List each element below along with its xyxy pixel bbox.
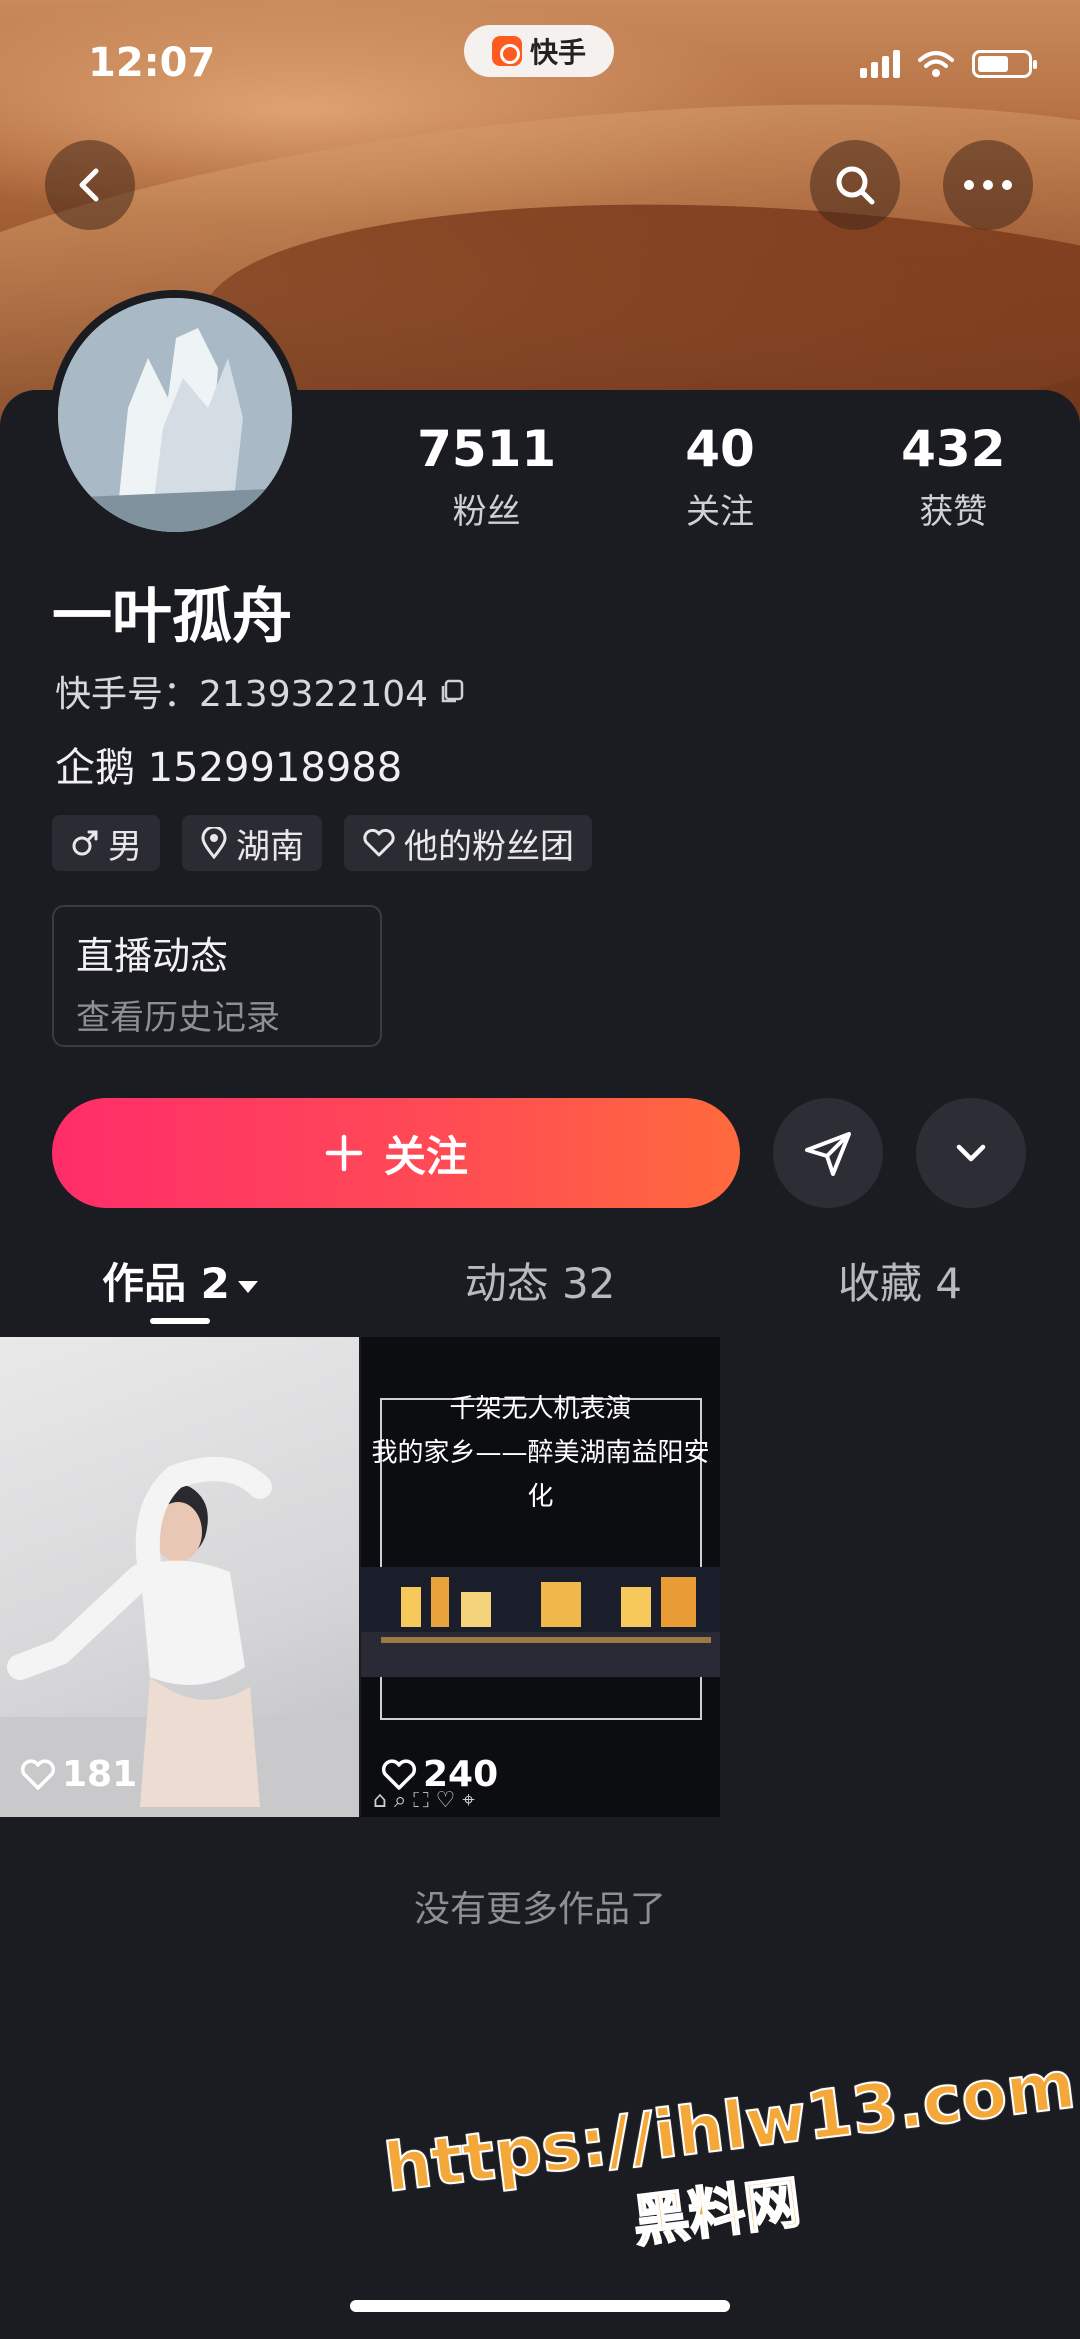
stat-value: 7511 bbox=[417, 420, 557, 478]
stat-label: 获赞 bbox=[919, 492, 988, 532]
more-dots-icon bbox=[964, 180, 1012, 190]
work-item[interactable]: ⌂ ⌕ ⛶ ♡ ⌖ 千架无人机表演 我的家乡——醉美湖南益阳安化 240 bbox=[361, 1337, 720, 1817]
kuaishou-id-row: 快手号：2139322104 bbox=[55, 665, 466, 717]
back-button[interactable] bbox=[45, 140, 135, 230]
stat-label: 粉丝 bbox=[452, 492, 521, 532]
tag-location: 湖南 bbox=[182, 815, 322, 871]
kuaishou-id: 快手号：2139322104 bbox=[55, 674, 429, 715]
system-icons bbox=[860, 50, 1037, 78]
home-indicator[interactable] bbox=[350, 2300, 730, 2312]
like-count: 181 bbox=[20, 1754, 137, 1795]
battery-icon bbox=[972, 50, 1037, 78]
tag-fan-group[interactable]: 他的粉丝团 bbox=[344, 815, 592, 871]
copy-icon[interactable] bbox=[438, 677, 466, 705]
tag-label: 男 bbox=[108, 826, 142, 867]
avatar[interactable] bbox=[50, 290, 300, 540]
stat-fans[interactable]: 7511 粉丝 bbox=[387, 420, 587, 533]
location-pin-icon bbox=[201, 827, 227, 859]
tab-moments[interactable]: 动态 32 bbox=[360, 1250, 720, 1330]
no-more-works-text: 没有更多作品了 bbox=[413, 1889, 666, 1930]
follow-label: 关注 bbox=[383, 1131, 468, 1181]
chevron-left-icon bbox=[79, 168, 99, 202]
like-value: 240 bbox=[423, 1754, 499, 1795]
heart-outline-icon bbox=[381, 1759, 417, 1790]
paper-plane-icon bbox=[805, 1132, 851, 1176]
stat-following[interactable]: 40 关注 bbox=[620, 420, 820, 533]
app-badge: 快手 bbox=[464, 25, 614, 77]
heart-outline-icon bbox=[20, 1759, 56, 1790]
profile-name: 一叶孤舟 bbox=[52, 582, 292, 652]
follow-button[interactable]: 关注 bbox=[52, 1098, 740, 1208]
chevron-down-icon bbox=[956, 1144, 986, 1162]
expand-button[interactable] bbox=[916, 1098, 1026, 1208]
search-button[interactable] bbox=[810, 140, 900, 230]
avatar-image bbox=[58, 298, 292, 532]
status-bar: 12:07 快手 bbox=[0, 0, 1080, 130]
status-time: 12:07 bbox=[88, 40, 216, 86]
work-thumbnail bbox=[0, 1457, 359, 1817]
live-card-subtitle: 查看历史记录 bbox=[76, 998, 280, 1038]
stat-label: 关注 bbox=[685, 492, 754, 532]
live-card-title: 直播动态 bbox=[76, 934, 229, 978]
search-icon bbox=[836, 166, 875, 205]
plus-icon bbox=[325, 1134, 363, 1172]
tag-label: 他的粉丝团 bbox=[404, 826, 574, 867]
app-name: 快手 bbox=[529, 36, 586, 69]
caption-line: 千架无人机表演 bbox=[449, 1394, 632, 1424]
send-message-button[interactable] bbox=[773, 1098, 883, 1208]
tab-favorites[interactable]: 收藏 4 bbox=[720, 1250, 1080, 1330]
male-icon bbox=[72, 830, 98, 856]
caret-down-icon bbox=[237, 1280, 258, 1293]
profile-tags: 男 湖南 他的粉丝团 bbox=[52, 815, 592, 871]
tab-works[interactable]: 作品 2 bbox=[0, 1250, 360, 1330]
tab-label: 收藏 4 bbox=[837, 1259, 963, 1308]
like-value: 181 bbox=[62, 1754, 138, 1795]
kuaishou-logo-icon bbox=[491, 36, 522, 66]
content-tabs: 作品 2 动态 32 收藏 4 bbox=[0, 1250, 1080, 1330]
caption-line: 我的家乡——醉美湖南益阳安化 bbox=[371, 1438, 710, 1512]
work-caption: 千架无人机表演 我的家乡——醉美湖南益阳安化 bbox=[361, 1387, 720, 1519]
stat-value: 432 bbox=[901, 420, 1006, 478]
like-count: 240 bbox=[381, 1754, 498, 1795]
live-history-card[interactable]: 直播动态 查看历史记录 bbox=[52, 905, 382, 1047]
wifi-icon bbox=[918, 51, 954, 77]
tag-label: 湖南 bbox=[236, 826, 304, 867]
work-item[interactable]: 181 bbox=[0, 1337, 359, 1817]
stat-value: 40 bbox=[685, 420, 755, 478]
stat-likes[interactable]: 432 获赞 bbox=[853, 420, 1053, 533]
tab-label: 作品 2 bbox=[102, 1259, 230, 1308]
heart-outline-icon bbox=[363, 828, 395, 857]
profile-stats: 7511 粉丝 40 关注 432 获赞 bbox=[370, 420, 1070, 533]
works-grid: 181 ⌂ ⌕ ⛶ ♡ ⌖ 千架无人机表演 我的家乡——醉美湖南益阳安化 240 bbox=[0, 1337, 720, 1817]
signal-icon bbox=[860, 50, 900, 78]
profile-bio: 企鹅 1529918988 bbox=[55, 745, 403, 791]
tab-label: 动态 32 bbox=[464, 1259, 616, 1308]
tab-underline bbox=[150, 1318, 210, 1324]
more-button[interactable] bbox=[943, 140, 1033, 230]
tag-gender: 男 bbox=[52, 815, 160, 871]
